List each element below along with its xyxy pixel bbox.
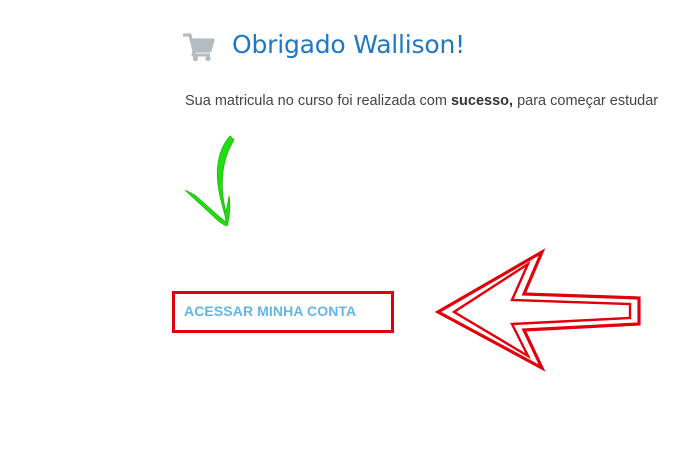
message-text-start: Sua matricula no curso foi realizada com (185, 93, 451, 109)
access-account-link[interactable]: ACESSAR MINHA CONTA (184, 303, 356, 319)
page-title: Obrigado Wallison! (232, 30, 465, 59)
success-message: Sua matricula no curso foi realizada com… (185, 93, 658, 109)
message-bold-text: sucesso, (450, 93, 514, 109)
message-text-end: para começar estudar (513, 93, 659, 109)
red-arrow-icon (434, 248, 641, 372)
thank-you-page: Obrigado Wallison! Sua matricula no curs… (0, 0, 700, 467)
shopping-cart-icon (183, 33, 215, 62)
green-arrow-icon (184, 135, 235, 227)
